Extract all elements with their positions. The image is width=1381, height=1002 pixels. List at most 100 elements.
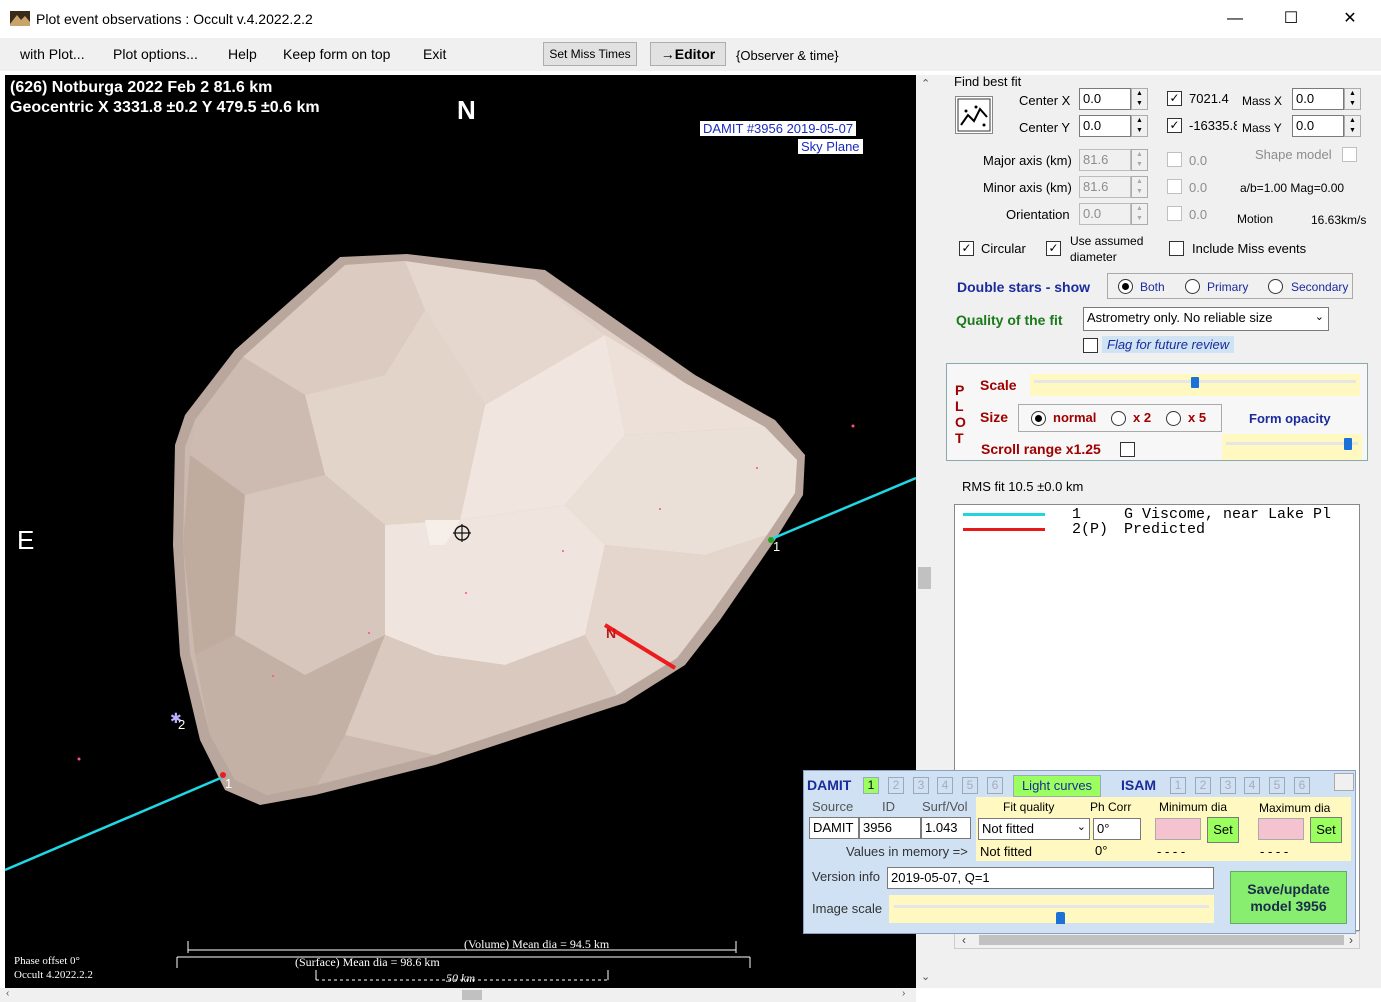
orientation-input[interactable]: 0.0 <box>1079 203 1131 225</box>
isam-tab-label[interactable]: ISAM <box>1121 777 1156 793</box>
menu-keep-on-top[interactable]: Keep form on top <box>283 46 390 62</box>
scroll-left-arrow-icon[interactable]: ‹ <box>6 988 9 999</box>
minor-axis-input[interactable]: 81.6 <box>1079 176 1131 198</box>
min-dia-field[interactable] <box>1155 818 1201 840</box>
double-stars-label: Double stars - show <box>957 279 1091 295</box>
min-dia-label: Minimum dia <box>1159 800 1228 814</box>
mass-y-spinner[interactable]: ▲ ▼ <box>1344 115 1361 137</box>
plot-canvas[interactable]: ✱ (626) Notburga 2022 Feb 2 81.6 km Geoc… <box>5 75 916 988</box>
minor-axis-spinner[interactable]: ▲ ▼ <box>1131 176 1148 198</box>
max-dia-field[interactable] <box>1258 818 1304 840</box>
phcorr-field[interactable]: 0° <box>1093 818 1141 840</box>
list-scroll-left-icon[interactable]: ‹ <box>962 933 966 947</box>
damit-model-6[interactable]: 6 <box>987 777 1003 794</box>
plot-horizontal-scrollbar[interactable]: ‹ › <box>0 988 916 1002</box>
scroll-range-checkbox[interactable] <box>1120 442 1135 457</box>
form-opacity-label: Form opacity <box>1249 411 1331 426</box>
close-button[interactable]: ✕ <box>1327 0 1373 38</box>
damit-model-3[interactable]: 3 <box>913 777 929 794</box>
vscroll-thumb[interactable] <box>918 567 931 589</box>
damit-model-4[interactable]: 4 <box>937 777 953 794</box>
fit-quality-dropdown[interactable]: Not fitted ⌄ <box>978 818 1090 840</box>
scroll-thumb[interactable] <box>462 990 482 1000</box>
phase-offset: Phase offset 0° <box>14 955 80 967</box>
damit-tab-label[interactable]: DAMIT <box>807 777 851 793</box>
fit-y-checkbox[interactable]: ✓ <box>1167 118 1182 133</box>
chevron-down-icon: ⌄ <box>1314 311 1324 323</box>
find-best-fit-button[interactable] <box>955 96 993 134</box>
menu-with-plot[interactable]: with Plot... <box>20 46 85 62</box>
mass-x-input[interactable]: 0.0 <box>1292 88 1344 110</box>
minimize-button[interactable]: — <box>1212 0 1258 38</box>
major-axis-spinner[interactable]: ▲ ▼ <box>1131 149 1148 171</box>
image-scale-thumb[interactable] <box>1056 912 1065 924</box>
red-chord-marker: N <box>606 625 617 641</box>
flag-review-checkbox[interactable] <box>1083 338 1098 353</box>
save-update-model-button[interactable]: Save/update model 3956 <box>1230 871 1347 924</box>
isam-model-6[interactable]: 6 <box>1294 777 1310 794</box>
use-assumed-checkbox[interactable]: ✓ <box>1046 241 1061 256</box>
list-scroll-thumb[interactable] <box>979 935 1344 945</box>
mass-x-spinner[interactable]: ▲ ▼ <box>1344 88 1361 110</box>
isam-model-4[interactable]: 4 <box>1244 777 1260 794</box>
radio-primary[interactable] <box>1185 279 1200 294</box>
isam-model-5[interactable]: 5 <box>1269 777 1285 794</box>
radio-size-x5[interactable] <box>1166 411 1181 426</box>
opacity-slider[interactable] <box>1222 434 1362 460</box>
damit-model-2[interactable]: 2 <box>888 777 904 794</box>
center-y-spinner[interactable]: ▲ ▼ <box>1131 115 1148 137</box>
center-x-spinner[interactable]: ▲ ▼ <box>1131 88 1148 110</box>
damit-label: DAMIT #3956 2019-05-07 <box>700 121 857 136</box>
damit-close-button[interactable] <box>1334 773 1354 791</box>
major-axis-input[interactable]: 81.6 <box>1079 149 1131 171</box>
opacity-slider-thumb[interactable] <box>1344 438 1352 450</box>
list-scroll-right-icon[interactable]: › <box>1349 933 1353 947</box>
fit-orientation-checkbox[interactable] <box>1167 206 1182 221</box>
include-miss-checkbox[interactable] <box>1169 241 1184 256</box>
values-in-memory-label: Values in memory => <box>846 844 968 859</box>
circular-checkbox[interactable]: ✓ <box>959 241 974 256</box>
radio-both[interactable] <box>1118 279 1133 294</box>
menu-help[interactable]: Help <box>228 46 257 62</box>
observer-2-color <box>963 528 1045 531</box>
damit-model-1[interactable]: 1 <box>863 777 879 794</box>
surfvol-label: Surf/Vol <box>922 799 968 814</box>
radio-size-x2[interactable] <box>1111 411 1126 426</box>
fit-quality-value: Not fitted <box>982 821 1035 836</box>
shape-model-label: Shape model <box>1255 147 1332 162</box>
shape-model-checkbox[interactable] <box>1342 147 1357 162</box>
scale-slider[interactable] <box>1030 374 1360 396</box>
fit-x-checkbox[interactable]: ✓ <box>1167 91 1182 106</box>
radio-size-normal[interactable] <box>1031 411 1046 426</box>
max-dia-set-button[interactable]: Set <box>1310 817 1342 843</box>
quality-dropdown[interactable]: Astrometry only. No reliable size ⌄ <box>1083 307 1329 331</box>
menu-exit[interactable]: Exit <box>423 46 446 62</box>
fit-minor-checkbox[interactable] <box>1167 179 1182 194</box>
isam-model-2[interactable]: 2 <box>1195 777 1211 794</box>
include-miss-label: Include Miss events <box>1192 241 1307 256</box>
maximize-button[interactable]: ☐ <box>1268 0 1314 38</box>
scroll-down-arrow-icon[interactable]: ⌄ <box>921 970 930 983</box>
light-curves-button[interactable]: Light curves <box>1013 775 1101 797</box>
isam-model-1[interactable]: 1 <box>1170 777 1186 794</box>
center-y-label: Center Y <box>1019 120 1071 135</box>
mass-y-input[interactable]: 0.0 <box>1292 115 1344 137</box>
editor-button[interactable]: →Editor <box>650 42 726 66</box>
fit-orientation-value: 0.0 <box>1189 207 1208 222</box>
center-y-input[interactable]: 0.0 <box>1079 115 1131 137</box>
min-dia-set-button[interactable]: Set <box>1207 817 1239 843</box>
set-miss-times-button[interactable]: Set Miss Times <box>543 42 637 66</box>
orientation-spinner[interactable]: ▲ ▼ <box>1131 203 1148 225</box>
scroll-up-arrow-icon[interactable]: ⌃ <box>921 77 930 90</box>
damit-model-5[interactable]: 5 <box>962 777 978 794</box>
center-x-input[interactable]: 0.0 <box>1079 88 1131 110</box>
motion-label: Motion <box>1237 212 1274 226</box>
asteroid-plot: ✱ <box>5 254 916 981</box>
radio-secondary[interactable] <box>1268 279 1283 294</box>
image-scale-slider[interactable] <box>889 895 1214 924</box>
isam-model-3[interactable]: 3 <box>1220 777 1236 794</box>
menu-plot-options[interactable]: Plot options... <box>113 46 198 62</box>
fit-major-checkbox[interactable] <box>1167 152 1182 167</box>
scroll-right-arrow-icon[interactable]: › <box>902 988 905 999</box>
scale-slider-thumb[interactable] <box>1191 377 1199 388</box>
